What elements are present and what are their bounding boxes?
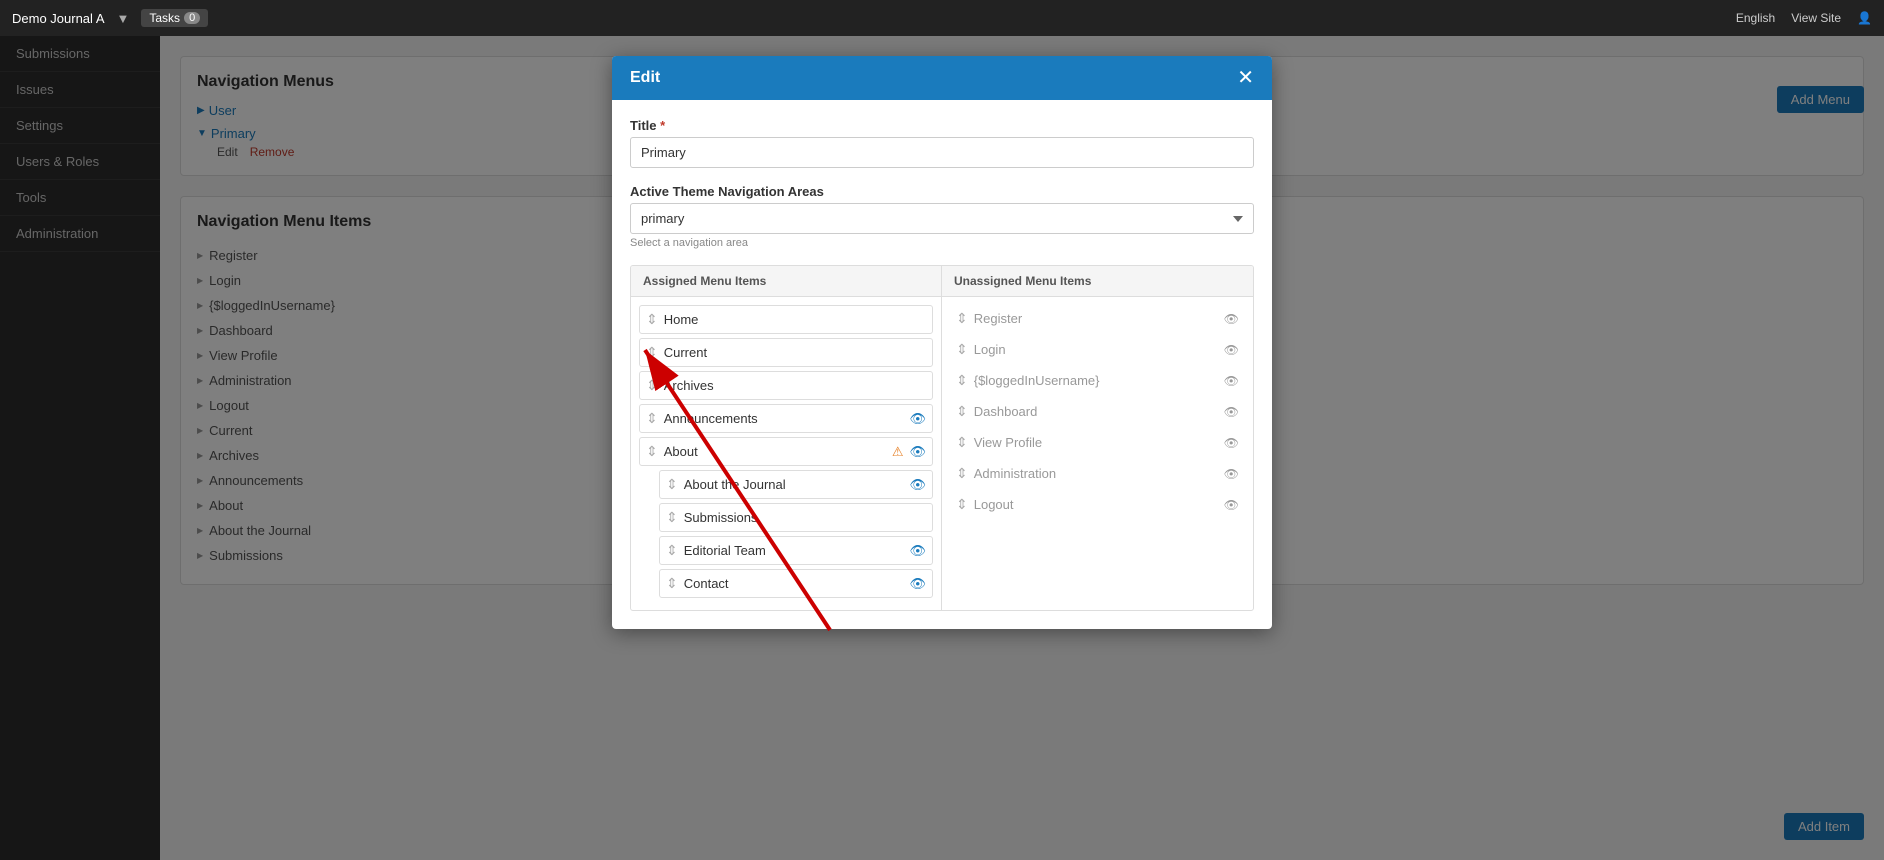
unassigned-item-administration: ⇕ Administration 👁	[950, 460, 1245, 487]
item-label: Dashboard	[974, 404, 1218, 419]
assigned-item-announcements: ⇕ Announcements 👁	[639, 404, 933, 433]
item-label: Archives	[664, 378, 926, 393]
item-label: Logout	[974, 497, 1218, 512]
warning-icon: ⚠	[892, 444, 904, 460]
unassigned-item-login: ⇕ Login 👁	[950, 336, 1245, 363]
drag-handle-icon[interactable]: ⇕	[956, 310, 968, 327]
modal-close-button[interactable]: ✕	[1237, 68, 1254, 88]
eye-icon[interactable]: 👁	[1224, 436, 1239, 450]
eye-icon[interactable]: 👁	[909, 444, 926, 460]
assigned-item-editorial-team: ⇕ Editorial Team 👁	[659, 536, 933, 565]
unassigned-item-logged-username: ⇕ {$loggedInUsername} 👁	[950, 367, 1245, 394]
journal-dropdown-icon[interactable]: ▼	[117, 11, 130, 26]
assigned-item-home: ⇕ Home	[639, 305, 933, 334]
assigned-col-header: Assigned Menu Items	[631, 266, 941, 297]
assigned-item-current: ⇕ Current	[639, 338, 933, 367]
unassigned-items: ⇕ Register 👁 ⇕ Login 👁 ⇕ {$loggedInUsern…	[942, 297, 1253, 530]
required-marker: *	[660, 118, 665, 133]
title-input[interactable]	[630, 137, 1254, 168]
title-label: Title *	[630, 118, 1254, 133]
drag-handle-icon[interactable]: ⇕	[646, 344, 658, 361]
title-form-group: Title *	[630, 118, 1254, 168]
item-label: Home	[664, 312, 926, 327]
item-label: Announcements	[664, 411, 904, 426]
unassigned-item-logout: ⇕ Logout 👁	[950, 491, 1245, 518]
view-site-link[interactable]: View Site	[1791, 11, 1841, 25]
modal-title: Edit	[630, 69, 660, 87]
assigned-item-about: ⇕ About ⚠ 👁	[639, 437, 933, 466]
item-label: Editorial Team	[684, 543, 904, 558]
unassigned-col: Unassigned Menu Items ⇕ Register 👁 ⇕ Log…	[942, 266, 1253, 610]
item-label: Login	[974, 342, 1218, 357]
drag-handle-icon[interactable]: ⇕	[956, 465, 968, 482]
assigned-item-archives: ⇕ Archives	[639, 371, 933, 400]
nav-areas-form-group: Active Theme Navigation Areas primary se…	[630, 184, 1254, 249]
item-label: Register	[974, 311, 1218, 326]
drag-handle-icon[interactable]: ⇕	[956, 341, 968, 358]
eye-icon[interactable]: 👁	[909, 477, 926, 493]
eye-icon[interactable]: 👁	[1224, 498, 1239, 512]
eye-icon[interactable]: 👁	[1224, 405, 1239, 419]
drag-handle-icon[interactable]: ⇕	[956, 372, 968, 389]
topbar-left: Demo Journal A ▼ Tasks 0	[12, 9, 208, 27]
drag-handle-icon[interactable]: ⇕	[956, 403, 968, 420]
modal-header: Edit ✕	[612, 56, 1272, 100]
assigned-item-about-journal: ⇕ About the Journal 👁	[659, 470, 933, 499]
item-label: {$loggedInUsername}	[974, 373, 1218, 388]
eye-icon[interactable]: 👁	[1224, 467, 1239, 481]
item-label: About	[664, 444, 886, 459]
modal-overlay: Edit ✕ Title * Active Theme Navigation A…	[0, 36, 1884, 860]
user-menu[interactable]: 👤	[1857, 11, 1872, 25]
drag-handle-icon[interactable]: ⇕	[666, 575, 678, 592]
nav-areas-label: Active Theme Navigation Areas	[630, 184, 1254, 199]
drag-handle-icon[interactable]: ⇕	[666, 509, 678, 526]
drag-handle-icon[interactable]: ⇕	[666, 542, 678, 559]
edit-modal: Edit ✕ Title * Active Theme Navigation A…	[612, 56, 1272, 629]
assigned-item-submissions: ⇕ Submissions	[659, 503, 933, 532]
drag-handle-icon[interactable]: ⇕	[646, 443, 658, 460]
unassigned-item-dashboard: ⇕ Dashboard 👁	[950, 398, 1245, 425]
eye-icon[interactable]: 👁	[909, 411, 926, 427]
modal-body: Title * Active Theme Navigation Areas pr…	[612, 100, 1272, 629]
tasks-badge: 0	[184, 12, 200, 24]
eye-icon[interactable]: 👁	[909, 576, 926, 592]
item-label: Administration	[974, 466, 1218, 481]
topbar: Demo Journal A ▼ Tasks 0 English View Si…	[0, 0, 1884, 36]
tasks-label: Tasks	[149, 11, 180, 25]
drag-handle-icon[interactable]: ⇕	[956, 496, 968, 513]
item-label: About the Journal	[684, 477, 904, 492]
item-label: Submissions	[684, 510, 926, 525]
eye-icon[interactable]: 👁	[1224, 343, 1239, 357]
item-label: View Profile	[974, 435, 1218, 450]
eye-icon[interactable]: 👁	[1224, 374, 1239, 388]
menu-columns: Assigned Menu Items ⇕ Home ⇕ Current ⇕	[630, 265, 1254, 611]
drag-handle-icon[interactable]: ⇕	[646, 410, 658, 427]
assigned-item-contact: ⇕ Contact 👁	[659, 569, 933, 598]
drag-handle-icon[interactable]: ⇕	[666, 476, 678, 493]
unassigned-col-header: Unassigned Menu Items	[942, 266, 1253, 297]
eye-icon[interactable]: 👁	[1224, 312, 1239, 326]
assigned-col: Assigned Menu Items ⇕ Home ⇕ Current ⇕	[631, 266, 942, 610]
assigned-items: ⇕ Home ⇕ Current ⇕ Archives ⇕	[631, 297, 941, 610]
topbar-right: English View Site 👤	[1736, 11, 1872, 25]
unassigned-item-view-profile: ⇕ View Profile 👁	[950, 429, 1245, 456]
tasks-button[interactable]: Tasks 0	[141, 9, 208, 27]
item-label: Contact	[684, 576, 904, 591]
nav-area-hint: Select a navigation area	[630, 237, 1254, 249]
nav-area-select[interactable]: primary secondary	[630, 203, 1254, 234]
drag-handle-icon[interactable]: ⇕	[646, 377, 658, 394]
item-label: Current	[664, 345, 926, 360]
journal-name[interactable]: Demo Journal A	[12, 11, 105, 26]
drag-handle-icon[interactable]: ⇕	[956, 434, 968, 451]
unassigned-item-register: ⇕ Register 👁	[950, 305, 1245, 332]
drag-handle-icon[interactable]: ⇕	[646, 311, 658, 328]
eye-icon[interactable]: 👁	[909, 543, 926, 559]
language-selector[interactable]: English	[1736, 11, 1775, 25]
